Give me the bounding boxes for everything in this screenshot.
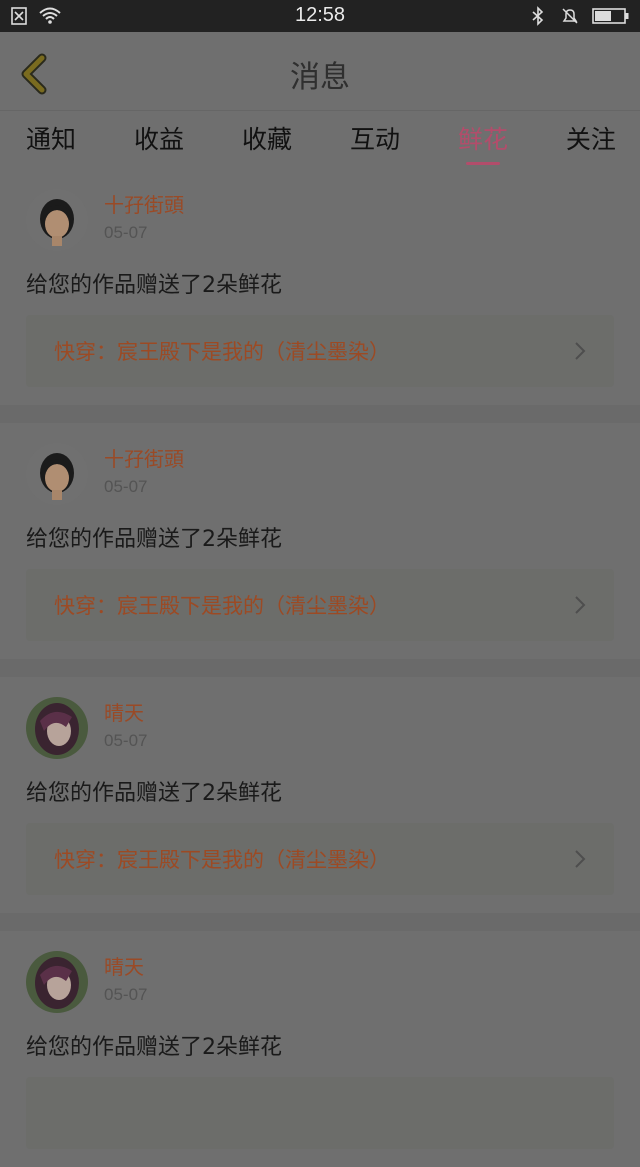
avatar[interactable] <box>26 697 88 759</box>
work-title: 快穿：宸王殿下是我的（清尘墨染） <box>54 848 390 872</box>
mute-bell-icon <box>562 8 578 24</box>
tab-earnings[interactable]: 收益 <box>134 111 184 169</box>
work-link[interactable]: 快穿：宸王殿下是我的（清尘墨染） <box>26 315 614 387</box>
message-date: 05-07 <box>104 477 148 496</box>
message-card: 十孖街頭 05-07 给您的作品赠送了2朵鲜花 快穿：宸王殿下是我的（清尘墨染） <box>0 423 640 659</box>
message-card: 晴天 05-07 给您的作品赠送了2朵鲜花 <box>0 931 640 1167</box>
tab-notify[interactable]: 通知 <box>26 111 76 169</box>
work-title: 快穿：宸王殿下是我的（清尘墨染） <box>54 594 390 618</box>
tab-flowers[interactable]: 鲜花 <box>458 111 508 169</box>
avatar[interactable] <box>26 443 88 505</box>
message-list: 十孖街頭 05-07 给您的作品赠送了2朵鲜花 快穿：宸王殿下是我的（清尘墨染）… <box>0 169 640 1167</box>
avatar[interactable] <box>26 189 88 251</box>
chevron-right-icon <box>575 850 586 868</box>
chevron-right-icon <box>575 342 586 360</box>
tab-interaction[interactable]: 互动 <box>350 111 400 169</box>
bluetooth-icon <box>532 6 544 26</box>
chevron-right-icon <box>575 596 586 614</box>
message-date: 05-07 <box>104 731 148 750</box>
username[interactable]: 晴天 <box>104 699 147 727</box>
avatar[interactable] <box>26 951 88 1013</box>
message-text: 给您的作品赠送了2朵鲜花 <box>26 781 282 806</box>
message-date: 05-07 <box>104 985 148 1004</box>
tab-bar: 通知 收益 收藏 互动 鲜花 关注 <box>0 111 640 169</box>
message-card: 十孖街頭 05-07 给您的作品赠送了2朵鲜花 快穿：宸王殿下是我的（清尘墨染） <box>0 169 640 405</box>
work-link[interactable]: 快穿：宸王殿下是我的（清尘墨染） <box>26 569 614 641</box>
work-link[interactable]: 快穿：宸王殿下是我的（清尘墨染） <box>26 823 614 895</box>
tab-favorites[interactable]: 收藏 <box>242 111 292 169</box>
work-title: 快穿：宸王殿下是我的（清尘墨染） <box>54 340 390 364</box>
message-text: 给您的作品赠送了2朵鲜花 <box>26 527 282 552</box>
username[interactable]: 十孖街頭 <box>104 445 184 473</box>
username[interactable]: 晴天 <box>104 953 147 981</box>
app-header: 消息 <box>0 32 640 111</box>
tab-follow[interactable]: 关注 <box>566 111 616 169</box>
message-text: 给您的作品赠送了2朵鲜花 <box>26 273 282 298</box>
message-text: 给您的作品赠送了2朵鲜花 <box>26 1035 282 1060</box>
status-bar: 12:58 <box>0 0 640 32</box>
battery-icon <box>592 8 629 24</box>
page-title: 消息 <box>290 60 350 95</box>
message-date: 05-07 <box>104 223 148 242</box>
username[interactable]: 十孖街頭 <box>104 191 184 219</box>
message-card: 晴天 05-07 给您的作品赠送了2朵鲜花 快穿：宸王殿下是我的（清尘墨染） <box>0 677 640 913</box>
work-link[interactable] <box>26 1077 614 1149</box>
